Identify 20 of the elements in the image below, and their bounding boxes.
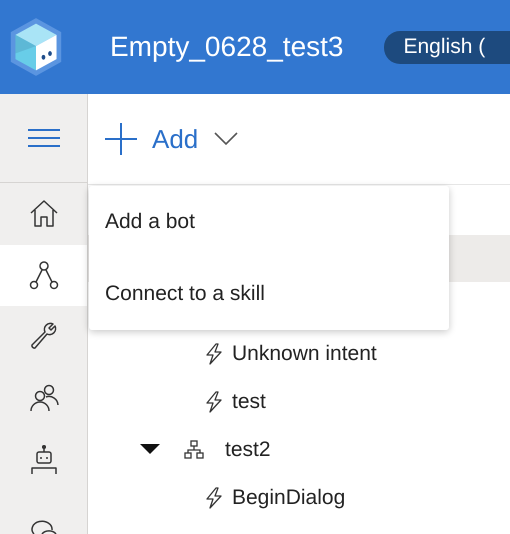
tree-item[interactable]: test2 xyxy=(225,438,271,462)
menu-item[interactable]: Connect to a skill xyxy=(89,258,449,330)
tree-item[interactable]: Unknown intent xyxy=(232,342,377,366)
tree-item[interactable]: BeginDialog xyxy=(232,486,346,510)
home-icon xyxy=(28,198,60,230)
language-selector[interactable]: English ( xyxy=(384,30,510,64)
hierarchy-icon xyxy=(184,440,204,460)
add-button[interactable]: Add xyxy=(104,122,238,156)
lightning-icon xyxy=(204,487,224,509)
plus-icon xyxy=(104,122,138,156)
menu-item[interactable]: Add a bot xyxy=(89,186,449,258)
project-title: Empty_0628_test3 xyxy=(110,31,344,63)
tree-item[interactable]: test xyxy=(232,390,266,414)
chevron-down-icon xyxy=(214,132,238,146)
lightning-icon xyxy=(204,343,224,365)
lightning-icon xyxy=(204,391,224,413)
node-graph-icon xyxy=(28,259,60,292)
cube-logo-icon xyxy=(8,16,64,78)
caret-icon[interactable] xyxy=(140,444,160,456)
nav-button[interactable] xyxy=(0,244,87,306)
